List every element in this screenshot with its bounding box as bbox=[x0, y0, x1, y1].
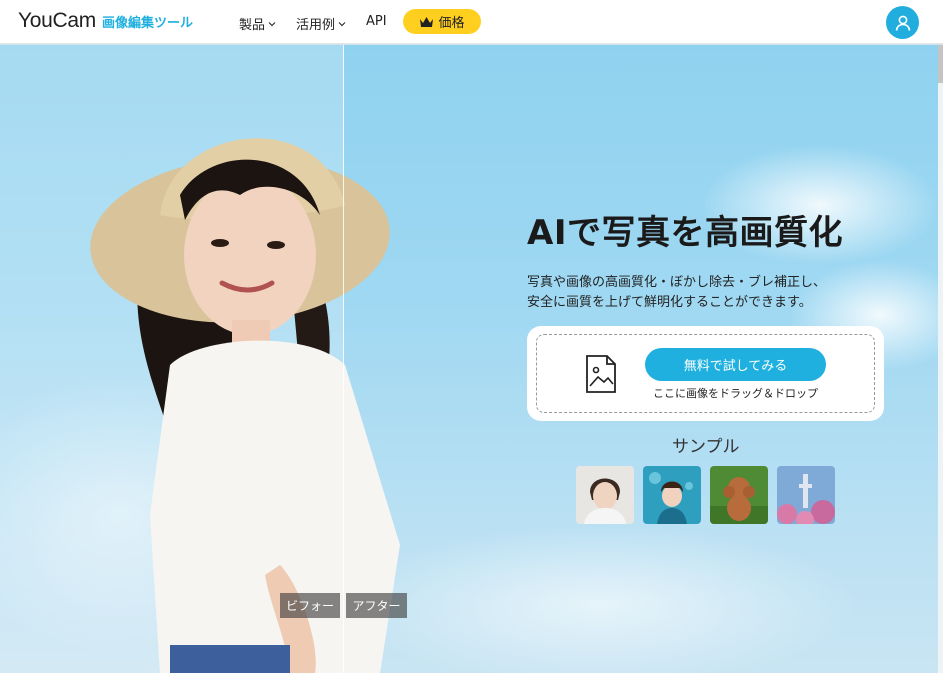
drop-hint: ここに画像をドラッグ＆ドロップ bbox=[653, 387, 818, 400]
image-file-icon bbox=[586, 355, 616, 393]
hero-description: 写真や画像の高画質化・ぼかし除去・ブレ補正し、 安全に画質を上げて鮮明化すること… bbox=[527, 273, 826, 313]
try-free-button[interactable]: 無料で試してみる bbox=[645, 348, 826, 381]
upload-card: 無料で試してみる ここに画像をドラッグ＆ドロップ bbox=[527, 326, 884, 421]
sample-tower-image bbox=[777, 466, 835, 524]
nav-api-label: API bbox=[366, 14, 387, 29]
sample-underwater-image bbox=[643, 466, 701, 524]
nav-use-cases-label: 活用例 bbox=[296, 18, 336, 33]
nav-products-menu[interactable]: 製品 bbox=[239, 14, 276, 33]
desc-line-2: 安全に画質を上げて鮮明化することができます。 bbox=[527, 295, 812, 310]
sample-thumb-underwater[interactable] bbox=[643, 466, 701, 524]
user-icon bbox=[895, 15, 910, 31]
logo-subtitle: 画像編集ツール bbox=[101, 16, 193, 31]
price-label: 価格 bbox=[438, 16, 465, 31]
top-navbar: YouCam 画像編集ツール 製品 活用例 API 価格 bbox=[0, 0, 943, 44]
hero-section: ビフォー アフター AIで写真を高画質化 写真や画像の高画質化・ぼかし除去・ブレ… bbox=[0, 45, 943, 673]
sample-portrait-image bbox=[576, 466, 634, 524]
hero-title: AIで写真を高画質化 bbox=[527, 213, 843, 253]
chevron-down-icon bbox=[338, 21, 346, 26]
before-label: ビフォー bbox=[280, 593, 340, 618]
nav-products-label: 製品 bbox=[239, 18, 266, 33]
nav-api-link[interactable]: API bbox=[366, 14, 387, 29]
sample-thumb-dog[interactable] bbox=[710, 466, 768, 524]
price-button[interactable]: 価格 bbox=[403, 9, 481, 34]
chevron-down-icon bbox=[268, 21, 276, 26]
scrollbar-track[interactable] bbox=[938, 45, 943, 673]
sample-thumb-portrait[interactable] bbox=[576, 466, 634, 524]
sample-dog-image bbox=[710, 466, 768, 524]
sample-thumb-tower[interactable] bbox=[777, 466, 835, 524]
desc-line-1: 写真や画像の高画質化・ぼかし除去・ブレ補正し、 bbox=[527, 275, 827, 290]
logo-text: YouCam bbox=[18, 9, 96, 32]
nav-use-cases-menu[interactable]: 活用例 bbox=[296, 14, 346, 33]
sample-label: サンプル bbox=[672, 437, 740, 457]
drop-zone[interactable]: 無料で試してみる ここに画像をドラッグ＆ドロップ bbox=[536, 334, 875, 413]
before-after-divider[interactable] bbox=[343, 45, 344, 673]
after-label: アフター bbox=[346, 593, 407, 618]
account-button[interactable] bbox=[886, 6, 919, 39]
crown-icon bbox=[420, 16, 434, 27]
youcam-logo[interactable]: YouCam 画像編集ツール bbox=[18, 9, 193, 33]
scrollbar-thumb[interactable] bbox=[938, 45, 943, 83]
